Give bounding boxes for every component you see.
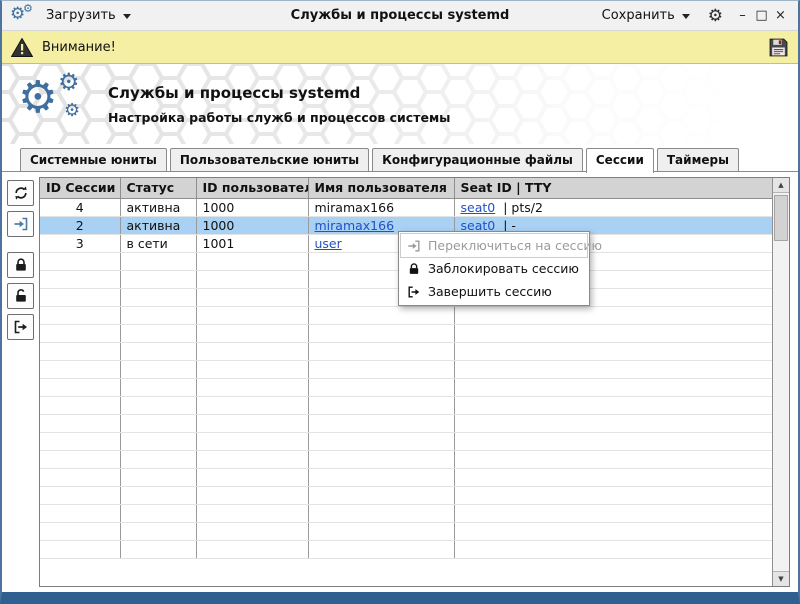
empty-row [40, 360, 772, 379]
chevron-down-icon [122, 14, 131, 19]
gear-icon: ⚙ [64, 100, 81, 121]
vertical-scrollbar[interactable]: ▲ ▼ [772, 178, 789, 586]
gear-icon: ⚙ [23, 1, 33, 15]
lock-icon [13, 257, 29, 273]
cell-session-id: 2 [40, 216, 121, 235]
username-link[interactable]: user [315, 236, 342, 251]
menu-item-lock-session[interactable]: Заблокировать сессию [401, 257, 587, 280]
empty-row [40, 432, 772, 451]
session-context-menu: Переключиться на сессию Заблокировать се… [398, 231, 602, 306]
terminate-session-icon [407, 285, 421, 299]
maximize-button[interactable]: □ [752, 9, 771, 22]
cell-status: активна [120, 216, 197, 235]
refresh-icon [13, 185, 29, 201]
page-title: Службы и процессы systemd [108, 83, 361, 102]
menu-item-label: Заблокировать сессию [428, 261, 579, 276]
tty-text: | pts/2 [503, 199, 543, 215]
warning-text: Внимание! [42, 39, 116, 55]
page-header: ⚙ ⚙ ⚙ Службы и процессы systemd Настройк… [2, 64, 798, 144]
username-link[interactable]: miramax166 [315, 218, 395, 233]
cell-seat-tty: seat0 | pts/2 [454, 198, 772, 217]
menu-item-terminate-session[interactable]: Завершить сессию [401, 280, 587, 303]
tab-user-units[interactable]: Пользовательские юниты [169, 148, 370, 172]
switch-to-session-icon [407, 239, 421, 253]
gear-icon: ⚙ [18, 72, 58, 123]
session-row-4[interactable]: 4 активна 1000 miramax166 seat0 | pts/2 [40, 198, 772, 217]
load-menu-label: Загрузить [46, 8, 116, 23]
scroll-up-button[interactable]: ▲ [773, 178, 789, 193]
menu-item-switch-to-session: Переключиться на сессию [400, 233, 602, 258]
window-title: Службы и процессы systemd [290, 8, 510, 23]
load-menu-button[interactable]: Загрузить [38, 4, 139, 27]
switch-to-session-icon [13, 216, 29, 232]
empty-row [40, 396, 772, 415]
app-logo-gears-icon: ⚙ ⚙ ⚙ [18, 68, 92, 136]
empty-row [40, 522, 772, 541]
cell-username: miramax166 [308, 198, 455, 217]
menu-item-label: Переключиться на сессию [428, 238, 603, 253]
side-toolbar [7, 180, 34, 340]
scroll-track[interactable] [773, 243, 789, 571]
empty-row [40, 504, 772, 523]
empty-row [40, 306, 772, 325]
cell-status: активна [120, 198, 197, 217]
terminate-session-icon [13, 319, 29, 335]
tab-sessions[interactable]: Сессии [585, 148, 654, 173]
warning-triangle-icon [11, 37, 33, 57]
chevron-down-icon [681, 14, 690, 19]
cell-status: в сети [120, 234, 197, 253]
empty-row [40, 486, 772, 505]
unlock-icon [13, 288, 29, 304]
close-button[interactable]: × [771, 9, 790, 22]
tab-timers[interactable]: Таймеры [656, 148, 739, 172]
settings-gear-button[interactable]: ⚙ [706, 5, 725, 26]
empty-row [40, 414, 772, 433]
scroll-down-button[interactable]: ▼ [773, 571, 789, 586]
lock-session-button[interactable] [7, 252, 34, 278]
menu-item-label: Завершить сессию [428, 284, 552, 299]
page-subtitle: Настройка работы служб и процессов систе… [108, 109, 451, 125]
empty-row [40, 450, 772, 469]
save-file-icon[interactable] [768, 37, 789, 58]
save-menu-label: Сохранить [601, 8, 675, 23]
tab-system-units[interactable]: Системные юниты [20, 148, 167, 172]
terminate-session-button[interactable] [7, 314, 34, 340]
cell-session-id: 3 [40, 234, 121, 253]
cell-session-id: 4 [40, 198, 121, 217]
col-header-session-id[interactable]: ID Сессии [40, 178, 121, 199]
seat-link[interactable]: seat0 [461, 200, 496, 215]
tab-bar: Системные юниты Пользовательские юниты К… [2, 144, 798, 173]
empty-row [40, 378, 772, 397]
window-controls: – □ × [733, 9, 790, 22]
minimize-button[interactable]: – [733, 9, 752, 22]
empty-row [40, 468, 772, 487]
titlebar: ⚙ ⚙ Загрузить Службы и процессы systemd … [2, 1, 798, 31]
col-header-seat-tty[interactable]: Seat ID | TTY [454, 178, 772, 199]
sessions-panel: ID Сессии Статус ID пользователя Имя пол… [2, 172, 798, 592]
warning-bar: Внимание! [2, 31, 798, 64]
empty-row [40, 324, 772, 343]
titlebar-right: Сохранить ⚙ – □ × [594, 4, 790, 27]
save-menu-button[interactable]: Сохранить [594, 4, 698, 27]
cell-user-id: 1000 [196, 216, 309, 235]
cell-user-id: 1001 [196, 234, 309, 253]
col-header-username[interactable]: Имя пользователя [308, 178, 455, 199]
empty-row [40, 540, 772, 559]
scroll-thumb[interactable] [774, 195, 788, 241]
lock-icon [407, 262, 421, 276]
switch-to-session-button[interactable] [7, 211, 34, 237]
gear-icon: ⚙ [58, 68, 80, 96]
empty-row [40, 342, 772, 361]
table-header-row: ID Сессии Статус ID пользователя Имя пол… [40, 178, 772, 199]
unlock-session-button[interactable] [7, 283, 34, 309]
col-header-status[interactable]: Статус [120, 178, 197, 199]
cell-user-id: 1000 [196, 198, 309, 217]
app-window: ⚙ ⚙ Загрузить Службы и процессы systemd … [0, 0, 800, 604]
refresh-button[interactable] [7, 180, 34, 206]
app-gears-icon: ⚙ ⚙ [10, 3, 38, 29]
tab-config-files[interactable]: Конфигурационные файлы [372, 148, 583, 172]
col-header-user-id[interactable]: ID пользователя [196, 178, 309, 199]
